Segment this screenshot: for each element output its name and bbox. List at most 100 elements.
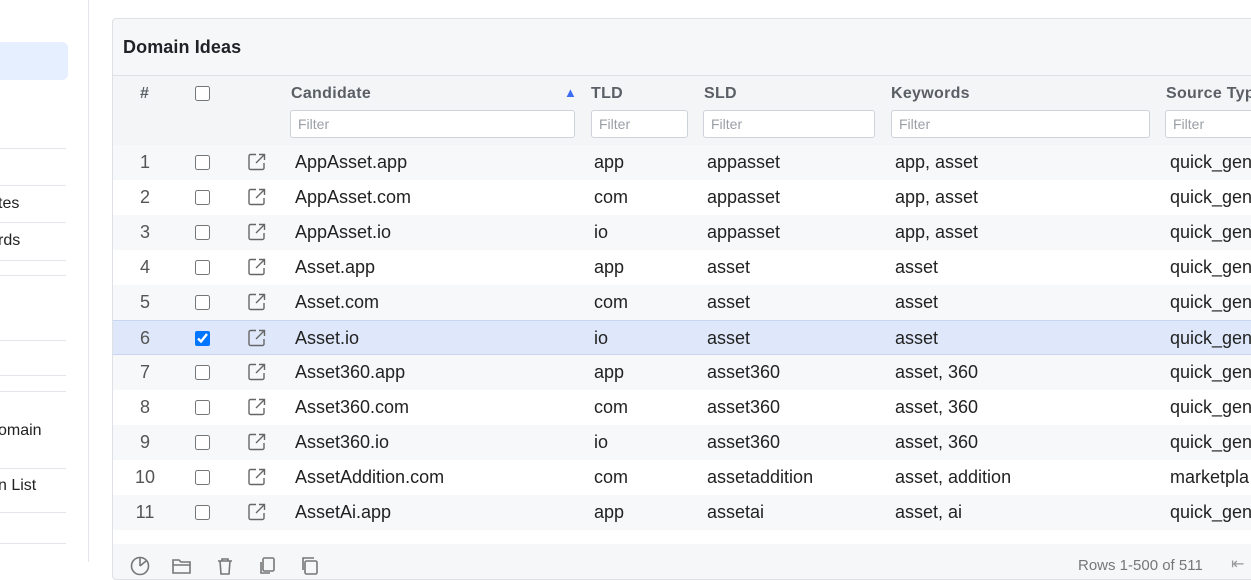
source-type-cell: quick_gen (1170, 222, 1251, 242)
sidebar-divider (0, 468, 66, 469)
row-checkbox[interactable] (195, 225, 210, 240)
external-link-icon[interactable] (247, 502, 267, 522)
external-link-icon[interactable] (247, 257, 267, 277)
row-number: 7 (139, 362, 150, 382)
trash-icon[interactable] (214, 555, 236, 577)
column-header-candidate[interactable]: Candidate (291, 85, 371, 103)
candidate-cell[interactable]: Asset.com (295, 292, 379, 313)
table-row[interactable]: 1 AppAsset.app app appasset app, asset quick_… (113, 145, 1251, 180)
external-link-icon[interactable] (247, 432, 267, 452)
folder-open-icon[interactable] (171, 555, 193, 577)
tld-cell: io (594, 432, 609, 452)
source-type-cell: quick_gen (1170, 328, 1251, 348)
row-number: 3 (139, 222, 150, 242)
sld-cell: appasset (707, 222, 781, 242)
keywords-cell: asset, addition (895, 467, 1012, 487)
tld-cell: com (594, 292, 629, 312)
external-link-icon[interactable] (247, 397, 267, 417)
sidebar-active-item[interactable] (0, 42, 68, 80)
row-checkbox[interactable] (195, 190, 210, 205)
column-header-keywords[interactable]: Keywords (891, 85, 970, 103)
sort-ascending-icon[interactable]: ▲ (564, 85, 577, 100)
table-row[interactable]: 9 Asset360.io io asset360 asset, 360 quick_ge… (113, 425, 1251, 460)
row-checkbox[interactable] (195, 295, 210, 310)
candidate-cell[interactable]: Asset360.io (295, 432, 389, 453)
column-header-index: # (140, 85, 150, 102)
tld-filter-input[interactable] (591, 110, 688, 138)
row-checkbox[interactable] (195, 435, 210, 450)
row-number: 5 (139, 292, 150, 312)
row-checkbox[interactable] (195, 505, 210, 520)
keywords-cell: asset, ai (895, 502, 963, 522)
table-row[interactable]: 10 AssetAddition.com com assetaddition asset… (113, 460, 1251, 495)
external-link-icon[interactable] (247, 467, 267, 487)
row-checkbox[interactable] (195, 331, 210, 346)
panel-title: Domain Ideas (123, 37, 242, 57)
sld-cell: assetaddition (707, 467, 814, 487)
candidate-cell[interactable]: Asset.io (295, 328, 359, 349)
column-header-source-type[interactable]: Source Typ (1166, 85, 1251, 103)
candidate-filter-input[interactable] (290, 110, 575, 138)
sidebar-divider (0, 375, 66, 376)
copy-icon[interactable] (256, 555, 278, 577)
row-checkbox[interactable] (195, 155, 210, 170)
grid-header: # Candidate ▲ TLD SLD Keywords Source Ty… (113, 76, 1251, 146)
candidate-cell[interactable]: AppAsset.io (295, 222, 391, 243)
table-row[interactable]: 11 AssetAi.app app assetai asset, ai quick_ge… (113, 495, 1251, 530)
row-count-status: Rows 1-500 of 511 (1078, 557, 1203, 574)
tld-cell: app (594, 257, 625, 277)
candidate-cell[interactable]: AssetAddition.com (295, 467, 444, 488)
select-all-checkbox[interactable] (195, 86, 210, 101)
tld-cell: app (594, 152, 625, 172)
candidate-cell[interactable]: Asset.app (295, 257, 375, 278)
row-checkbox[interactable] (195, 365, 210, 380)
sld-cell: assetai (707, 502, 765, 522)
candidate-cell[interactable]: AppAsset.app (295, 152, 407, 173)
column-header-tld[interactable]: TLD (591, 85, 623, 103)
sidebar-item-label[interactable]: omain (0, 422, 42, 440)
external-link-icon[interactable] (247, 362, 267, 382)
table-row[interactable]: 7 Asset360.app app asset360 asset, 360 quick_… (113, 355, 1251, 390)
table-row[interactable]: 3 AppAsset.io io appasset app, asset quick_ge… (113, 215, 1251, 250)
sld-filter-input[interactable] (703, 110, 875, 138)
sidebar-divider (0, 391, 66, 392)
keywords-cell: asset, 360 (895, 397, 979, 417)
tld-cell: com (594, 187, 629, 207)
sidebar-divider (0, 260, 66, 261)
table-row[interactable]: 4 Asset.app app asset asset quick_gen (113, 250, 1251, 285)
row-checkbox[interactable] (195, 470, 210, 485)
sidebar-item-label[interactable]: n List (0, 477, 36, 495)
column-header-sld[interactable]: SLD (704, 85, 737, 103)
chart-icon[interactable] (129, 555, 151, 577)
candidate-cell[interactable]: Asset360.app (295, 362, 405, 383)
table-row[interactable]: 5 Asset.com com asset asset quick_gen (113, 285, 1251, 320)
row-checkbox[interactable] (195, 400, 210, 415)
sidebar-item-label[interactable]: tes (0, 195, 19, 213)
row-number: 11 (135, 502, 155, 522)
table-row[interactable]: 2 AppAsset.com com appasset app, asset quick_… (113, 180, 1251, 215)
candidate-cell[interactable]: AppAsset.com (295, 187, 411, 208)
keywords-filter-input[interactable] (891, 110, 1150, 138)
external-link-icon[interactable] (247, 292, 267, 312)
duplicate-icon[interactable] (299, 555, 321, 577)
sidebar-item-label[interactable]: rds (0, 232, 20, 250)
candidate-cell[interactable]: Asset360.com (295, 397, 409, 418)
sidebar: tes rds omain n List (0, 0, 89, 562)
tld-cell: app (594, 502, 625, 522)
tld-cell: io (594, 222, 609, 242)
sld-cell: asset (707, 328, 751, 348)
keywords-cell: asset, 360 (895, 362, 979, 382)
external-link-icon[interactable] (247, 187, 267, 207)
data-grid: # Candidate ▲ TLD SLD Keywords Source Ty… (113, 75, 1251, 544)
table-row[interactable]: 8 Asset360.com com asset360 asset, 360 quick_… (113, 390, 1251, 425)
source-type-cell: quick_gen (1170, 292, 1251, 312)
sld-cell: asset (707, 292, 751, 312)
row-checkbox[interactable] (195, 260, 210, 275)
external-link-icon[interactable] (247, 328, 267, 348)
external-link-icon[interactable] (247, 222, 267, 242)
external-link-icon[interactable] (247, 152, 267, 172)
table-row[interactable]: 6 Asset.io io asset asset quick_gen (113, 320, 1251, 355)
first-page-icon[interactable]: ⇤ (1231, 554, 1244, 574)
source-type-filter-input[interactable] (1165, 110, 1251, 138)
candidate-cell[interactable]: AssetAi.app (295, 502, 391, 523)
